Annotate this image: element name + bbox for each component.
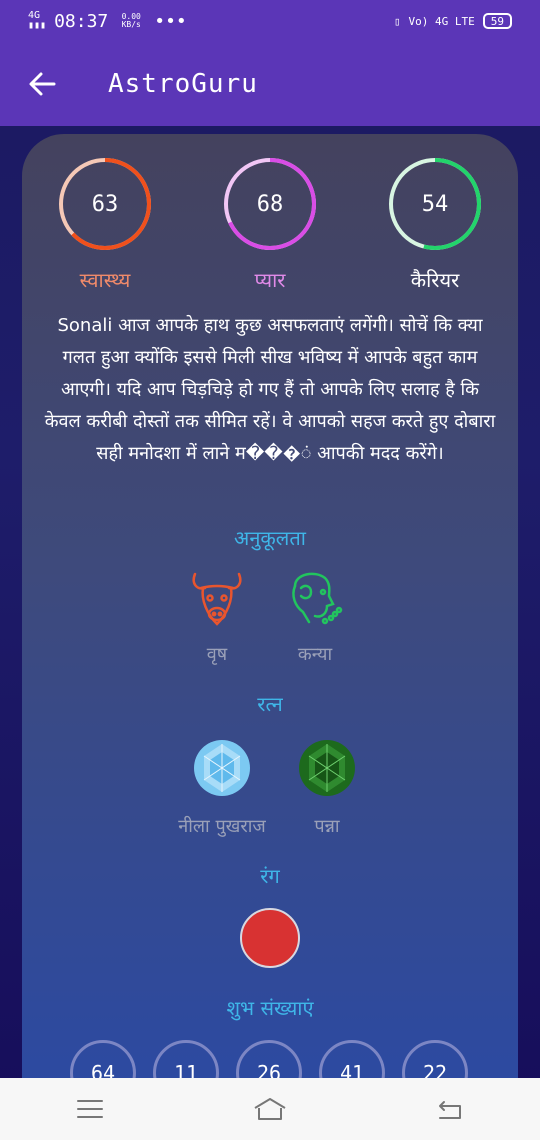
menu-icon: [77, 1100, 103, 1118]
system-nav-bar: [0, 1078, 540, 1140]
lucky-numbers-title: शुभ संख्याएं: [226, 996, 314, 1020]
score-value: 63: [91, 191, 119, 217]
battery-level: 59: [490, 14, 504, 28]
score-ring: 68: [222, 156, 318, 252]
signal-icon: 4G ▮▮▮: [28, 10, 47, 31]
score-label: कैरियर: [410, 268, 460, 292]
taurus-icon: [192, 572, 242, 626]
score-love: 68 प्यार: [205, 156, 335, 293]
score-value: 54: [421, 191, 449, 217]
blue-topaz-icon: [194, 740, 250, 796]
score-value: 68: [256, 191, 284, 217]
lucky-color-swatch: [240, 908, 300, 968]
score-career: 54 कैरियर: [370, 156, 500, 293]
gem-label: पन्ना: [314, 816, 340, 837]
score-label: स्वास्थ्य: [79, 268, 131, 292]
arrow-left-icon: [29, 72, 56, 96]
score-ring: 63: [57, 156, 153, 252]
emerald-icon: [299, 740, 355, 796]
compatibility-title: अनुकूलता: [234, 526, 306, 550]
vibrate-icon: ▯: [393, 14, 401, 28]
app-title: AstroGuru: [108, 69, 258, 99]
app-bar: AstroGuru: [0, 42, 540, 126]
gem-item[interactable]: पन्ना: [262, 738, 392, 838]
horoscope-card: 63 स्वास्थ्य 68 प्यार 54 कैरियर Sonali आ…: [22, 134, 518, 1106]
recent-apps-button[interactable]: [60, 1084, 120, 1134]
score-rings: 63 स्वास्थ्य 68 प्यार 54 कैरियर: [22, 156, 518, 296]
score-ring: 54: [387, 156, 483, 252]
compatibility-label: कन्या: [297, 644, 333, 665]
home-button[interactable]: [240, 1084, 300, 1134]
virgo-icon: [292, 572, 343, 625]
status-bar: 4G ▮▮▮ 08:37 0.00 KB/s ••• ▯ Vo) 4G LTE …: [0, 0, 540, 42]
battery-icon: 59: [482, 13, 512, 29]
volte-indicator: Vo) 4G LTE: [408, 14, 475, 28]
network-speed: 0.00 KB/s: [121, 12, 141, 29]
more-notifications-icon: •••: [154, 10, 187, 32]
status-time: 08:37: [54, 10, 109, 32]
home-icon: [254, 1098, 286, 1120]
back-icon: [439, 1101, 461, 1119]
back-nav-button[interactable]: [420, 1084, 480, 1134]
gems-title: रत्न: [257, 692, 283, 716]
compatibility-item[interactable]: कन्या: [250, 566, 380, 666]
color-title: रंग: [260, 864, 280, 888]
horoscope-text: Sonali आज आपके हाथ कुछ असफलताएं लगेंगी। …: [44, 315, 496, 464]
score-label: प्यार: [254, 268, 286, 292]
score-health: 63 स्वास्थ्य: [40, 156, 170, 293]
back-button[interactable]: [12, 54, 72, 114]
